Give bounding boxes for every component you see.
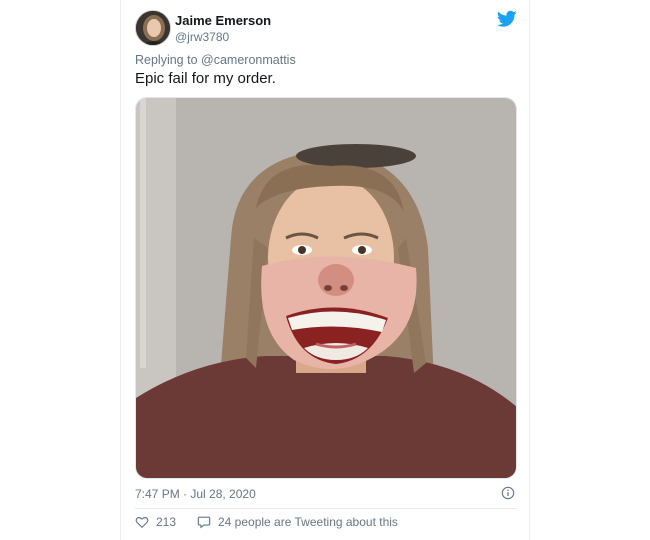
reply-prefix: Replying to — [135, 53, 198, 67]
heart-icon — [135, 516, 149, 529]
twitter-bird-icon[interactable] — [497, 10, 517, 28]
author-name[interactable]: Jaime Emerson — [175, 13, 271, 28]
avatar[interactable] — [135, 10, 171, 46]
reply-context: Replying to @cameronmattis — [135, 53, 296, 67]
info-icon[interactable] — [501, 486, 515, 500]
speech-bubble-icon — [197, 516, 211, 529]
tweet-text: Epic fail for my order. — [135, 70, 276, 87]
tweeting-action[interactable]: 24 people are Tweeting about this — [197, 515, 398, 529]
tweet-card: Jaime Emerson @jrw3780 Replying to @came… — [120, 0, 530, 540]
tweeting-text: 24 people are Tweeting about this — [218, 515, 398, 529]
tweet-photo[interactable] — [135, 97, 517, 479]
divider — [135, 508, 517, 509]
reply-mention-link[interactable]: @cameronmattis — [201, 53, 296, 67]
like-action[interactable]: 213 — [135, 515, 176, 529]
like-count: 213 — [156, 515, 177, 529]
tweet-actions: 213 24 people are Tweeting about this — [135, 515, 517, 533]
tweet-timestamp[interactable]: 7:47 PM · Jul 28, 2020 — [135, 487, 256, 501]
author-handle[interactable]: @jrw3780 — [175, 30, 229, 44]
tweet-header: Jaime Emerson @jrw3780 — [135, 10, 517, 48]
